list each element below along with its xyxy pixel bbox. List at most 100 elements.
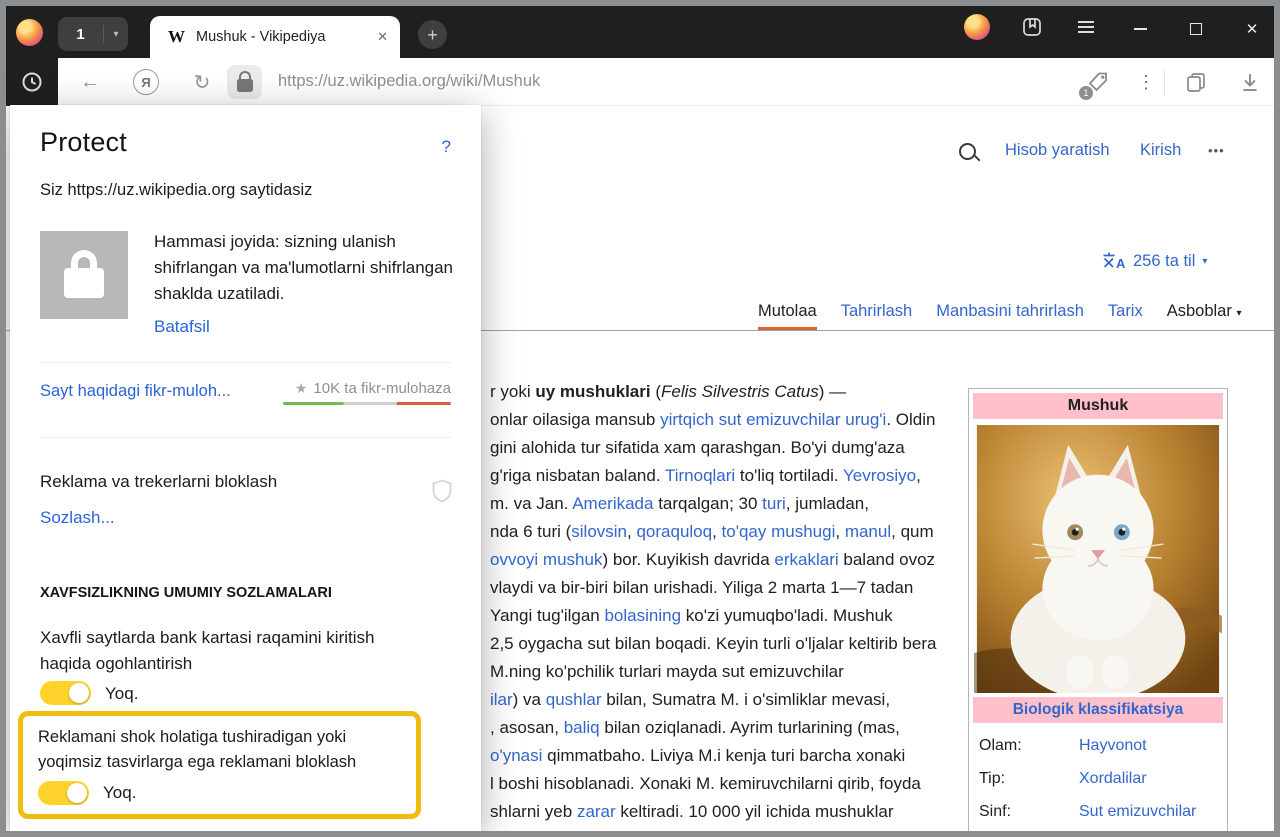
article-link[interactable]: qushlar (546, 690, 602, 709)
tab-history[interactable]: Tarix (1108, 302, 1143, 327)
maximize-button[interactable] (1181, 14, 1211, 44)
article-link[interactable]: zarar (577, 802, 616, 821)
sidebar-toggle-button[interactable] (6, 58, 58, 106)
site-security-button[interactable] (227, 65, 262, 99)
article-link[interactable]: Tirnoqlari (665, 466, 735, 485)
article-link[interactable]: yirtqich sut emizuvchilar urug'i (660, 410, 886, 429)
article-line: nda 6 turi (silovsin, qoraquloq, to'qay … (490, 518, 967, 546)
row-value-link[interactable]: Hayvonot (1079, 737, 1147, 755)
language-selector[interactable]: A 256 ta til ▾ (1102, 248, 1207, 274)
article-text-segment: ) bor. Kuyikish davrida (602, 550, 774, 569)
article-text-segment: vlaydi va bir-biri bilan urishadi. Yilig… (490, 578, 913, 597)
kebab-menu-icon: ⋮ (1137, 72, 1155, 93)
article-text-segment: nda 6 turi ( (490, 522, 571, 541)
article-text-segment: , jumladan, (786, 494, 869, 513)
article-text-segment: to'liq tortiladi. (735, 466, 843, 485)
bank-card-warning-toggle[interactable] (40, 681, 91, 705)
article-link[interactable]: qoraquloq (636, 522, 712, 541)
article-text-segment: ) va (513, 690, 546, 709)
shield-icon (431, 479, 453, 508)
article-text-segment: keltiradi. 10 000 yil ichida mushuklar (616, 802, 894, 821)
article-text-segment: ) — (819, 382, 846, 401)
close-window-button[interactable]: ✕ (1237, 14, 1267, 44)
row-label: Sinf: (979, 803, 1079, 821)
login-link[interactable]: Kirish (1140, 141, 1181, 160)
browser-menu-button[interactable] (1071, 12, 1101, 42)
downloads-button[interactable] (1236, 68, 1264, 96)
article-link[interactable]: silovsin (571, 522, 627, 541)
article-text-segment: uy mushuklari (535, 382, 650, 401)
shock-ads-label: Reklamani shok holatiga tushiradigan yok… (38, 725, 401, 775)
article-text-segment: , (916, 466, 921, 485)
active-tab[interactable]: W Mushuk - Vikipediya ✕ (150, 16, 400, 58)
article-line: Yangi tug'ilgan bolasining ko'zi yumuqbo… (490, 602, 967, 630)
row-value-link[interactable]: Xordalilar (1079, 770, 1147, 788)
tab-tools[interactable]: Asboblar ▾ (1167, 302, 1242, 327)
article-text-segment: g'riga nisbatan baland. (490, 466, 665, 485)
article-line: kemiruvchilarga ov qilganligi sababli od… (490, 826, 967, 831)
article-link[interactable]: ilar (490, 690, 513, 709)
tab-read[interactable]: Mutolaa (758, 302, 817, 330)
shock-ads-toggle[interactable] (38, 781, 89, 805)
yandex-search-button[interactable]: Я (132, 68, 160, 96)
article-link[interactable]: bolasining (604, 606, 681, 625)
tab-edit-source[interactable]: Manbasini tahrirlash (936, 302, 1084, 327)
user-avatar[interactable] (964, 14, 990, 40)
hamburger-icon (1077, 20, 1095, 34)
article-text-segment: . Oldin (886, 410, 935, 429)
article-line: g'riga nisbatan baland. Tirnoqlari to'li… (490, 462, 967, 490)
kitten-photo (974, 425, 1222, 693)
more-options-icon[interactable]: ••• (1208, 143, 1225, 158)
navigation-toolbar: ← Я ↻ https://uz.wikipedia.org/wiki/Mush… (6, 58, 1274, 106)
article-text-segment: ( (651, 382, 661, 401)
back-button[interactable]: ← (76, 68, 104, 96)
reviews-count: 10K ta fikr-mulohaza (313, 380, 451, 397)
wiki-tabs: Mutolaa Tahrirlash Manbasini tahrirlash … (758, 302, 1241, 330)
minimize-icon (1134, 28, 1147, 30)
article-link[interactable]: to'qay mushugi (722, 522, 836, 541)
article-line: ilar) va qushlar bilan, Sumatra M. i o's… (490, 686, 967, 714)
article-link[interactable]: ovvoyi mushuk (490, 550, 602, 569)
create-account-link[interactable]: Hisob yaratish (1005, 141, 1110, 160)
page-menu-button[interactable]: ⋮ (1132, 68, 1160, 96)
article-text-segment: bilan oziqlanadi. Ayrim turlarining (mas… (600, 718, 900, 737)
bookmarks-panel-button[interactable] (1017, 12, 1047, 42)
site-reviews-summary[interactable]: ★ 10K ta fikr-mulohaza (283, 380, 451, 405)
tab-close-icon[interactable]: ✕ (377, 29, 388, 45)
help-link[interactable]: ? (442, 137, 451, 157)
minimize-button[interactable] (1125, 14, 1155, 44)
article-link[interactable]: manul (845, 522, 891, 541)
article-text-segment: , asosan, (490, 718, 564, 737)
new-tab-button[interactable]: + (418, 20, 447, 49)
article-text-segment: baland ovoz (839, 550, 935, 569)
article-link[interactable]: Amerikada (572, 494, 653, 513)
close-icon: ✕ (1246, 20, 1259, 38)
protect-title: Protect (40, 127, 127, 158)
toggle-state-label: Yoq. (103, 783, 136, 803)
row-value-link[interactable]: Sut emizuvchilar (1079, 803, 1196, 821)
article-link[interactable]: Yevrosiyo (843, 466, 916, 485)
configure-link[interactable]: Sozlash... (40, 508, 115, 528)
extensions-button[interactable]: 1 (1084, 68, 1112, 96)
article-link[interactable]: erkaklari (774, 550, 838, 569)
article-link[interactable]: baliq (564, 718, 600, 737)
site-reviews-link[interactable]: Sayt haqidagi fikr-muloh... (40, 382, 231, 401)
tab-title: Mushuk - Vikipediya (196, 29, 369, 45)
details-link[interactable]: Batafsil (154, 317, 210, 337)
article-line: l boshi hisoblanadi. Xonaki M. kemiruvch… (490, 770, 967, 798)
reload-button[interactable]: ↻ (188, 68, 216, 96)
tab-edit[interactable]: Tahrirlash (841, 302, 913, 327)
svg-text:A: A (1116, 256, 1126, 271)
profile-avatar[interactable] (16, 19, 43, 46)
article-link[interactable]: turi (762, 494, 786, 513)
address-bar[interactable]: https://uz.wikipedia.org/wiki/Mushuk (278, 58, 540, 105)
tab-counter[interactable]: 1 ▾ (58, 17, 128, 51)
collections-button[interactable] (1182, 68, 1210, 96)
lock-icon (237, 79, 253, 92)
collections-icon (1185, 71, 1207, 93)
toggle-state-label: Yoq. (105, 684, 138, 704)
article-text-segment: bilan, Sumatra M. i o'simliklar mevasi, (602, 690, 891, 709)
article-link[interactable]: o'ynasi (490, 746, 542, 765)
article-text-segment: Felis Silvestris Catus (661, 382, 819, 401)
reload-icon: ↻ (194, 70, 211, 95)
